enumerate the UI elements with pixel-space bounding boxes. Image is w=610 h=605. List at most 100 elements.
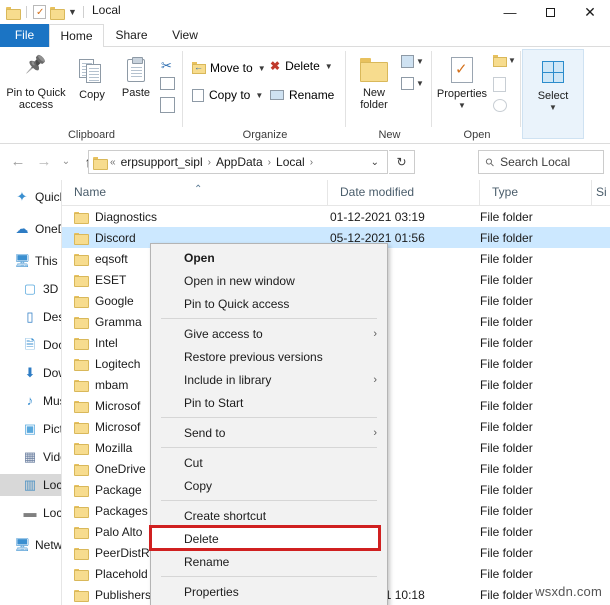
- delete-button[interactable]: ✖ Delete ▼: [270, 59, 333, 73]
- search-input[interactable]: ⚲ Search Local: [478, 150, 604, 174]
- tab-share[interactable]: Share: [104, 24, 159, 47]
- menu-separator: [161, 318, 377, 319]
- file-name-label: Gramma: [95, 314, 142, 329]
- menu-item-copy[interactable]: Copy: [151, 474, 387, 497]
- menu-item-restore-previous-versions[interactable]: Restore previous versions: [151, 345, 387, 368]
- menu-item-open-in-new-window[interactable]: Open in new window: [151, 269, 387, 292]
- nav-item-this-pc[interactable]: 🖥 This PC: [0, 250, 61, 272]
- menu-item-open[interactable]: Open: [151, 246, 387, 269]
- file-name-label: Mozilla: [95, 440, 133, 455]
- breadcrumb-item-appdata[interactable]: AppData: [214, 155, 265, 169]
- menu-item-properties[interactable]: Properties: [151, 580, 387, 603]
- new-folder-button[interactable]: New folder: [351, 57, 397, 111]
- new-item-button[interactable]: ▼: [401, 55, 424, 68]
- edit-button[interactable]: [493, 77, 506, 92]
- tab-view[interactable]: View: [159, 24, 211, 47]
- properties-button[interactable]: ✓ Properties ▼: [435, 57, 489, 112]
- breadcrumb-item-user[interactable]: erpsupport_sipl: [119, 155, 205, 169]
- breadcrumb-sep-2[interactable]: ›: [265, 157, 274, 168]
- menu-item-rename[interactable]: Rename: [151, 550, 387, 573]
- close-button[interactable]: ✕: [570, 0, 610, 24]
- customize-qat-caret-icon[interactable]: ▼: [68, 6, 77, 18]
- new-folder-icon[interactable]: [50, 6, 65, 20]
- history-button[interactable]: [493, 99, 507, 112]
- new-item-caret-icon[interactable]: ▼: [416, 57, 424, 66]
- select-button[interactable]: Select ▼: [528, 61, 578, 114]
- minimize-button[interactable]: —: [490, 0, 530, 24]
- paste-icon: [127, 57, 145, 82]
- nav-item-network[interactable]: 🖥 Network: [0, 534, 61, 556]
- copy-to-caret-icon[interactable]: ▼: [255, 91, 263, 100]
- open-with-button[interactable]: ▼: [493, 55, 516, 67]
- nav-item-quick-access[interactable]: ✦ Quick access: [0, 186, 61, 208]
- breadcrumb-sep-1[interactable]: ›: [205, 157, 214, 168]
- breadcrumb-folder-icon: [93, 156, 108, 170]
- breadcrumb[interactable]: « erpsupport_sipl › AppData › Local › ⌄: [88, 150, 388, 174]
- tab-file[interactable]: File: [0, 24, 49, 47]
- breadcrumb-sep-3[interactable]: ›: [307, 157, 316, 168]
- nav-item-music[interactable]: ♪ Music: [0, 390, 61, 412]
- menu-item-cut[interactable]: Cut: [151, 451, 387, 474]
- menu-item-delete[interactable]: Delete: [149, 525, 387, 551]
- context-menu[interactable]: Open Open in new window Pin to Quick acces…: [149, 243, 388, 605]
- file-name-label: Logitech: [95, 356, 141, 371]
- copy-path-button[interactable]: [160, 77, 175, 90]
- back-button[interactable]: ←: [8, 152, 28, 172]
- column-header-date[interactable]: Date modified: [328, 180, 480, 205]
- menu-item-create-shortcut[interactable]: Create shortcut: [151, 504, 387, 527]
- column-header-type[interactable]: Type: [480, 180, 592, 205]
- move-to-caret-icon[interactable]: ▼: [258, 64, 266, 73]
- nav-item-downloads[interactable]: ⬇ Downloads: [0, 362, 61, 384]
- forward-button[interactable]: →: [34, 152, 54, 172]
- breadcrumb-item-local[interactable]: Local: [274, 155, 307, 169]
- nav-item-documents[interactable]: 🗎 Documents: [0, 334, 61, 356]
- pin-to-quick-access-button[interactable]: Pin to Quick access: [4, 59, 68, 111]
- search-icon: ⚲: [483, 155, 498, 170]
- quick-access-toolbar[interactable]: ✓ ▼: [6, 3, 86, 21]
- menu-item-pin-to-start[interactable]: Pin to Start: [151, 391, 387, 414]
- hard-drive-icon: ▥: [23, 477, 37, 492]
- select-caret-icon[interactable]: ▼: [528, 102, 578, 114]
- menu-item-send-to[interactable]: Send to ›: [151, 421, 387, 444]
- maximize-button[interactable]: [530, 0, 570, 24]
- copy-to-button[interactable]: Copy to ▼: [192, 88, 263, 102]
- table-row[interactable]: Diagnostics 01-12-2021 03:19 File folder: [62, 206, 610, 227]
- easy-access-caret-icon[interactable]: ▼: [416, 79, 424, 88]
- group-label-organize: Organize: [242, 129, 288, 141]
- properties-icon[interactable]: ✓: [33, 5, 46, 19]
- nav-item-onedrive[interactable]: ☁ OneDrive: [0, 218, 62, 240]
- menu-item-include-in-library[interactable]: Include in library ›: [151, 368, 387, 391]
- navigation-pane[interactable]: ✦ Quick access ☁ OneDrive 🖥 This PC ▢ 3D Obj…: [0, 180, 62, 605]
- delete-caret-icon[interactable]: ▼: [325, 62, 333, 71]
- address-dropdown-icon[interactable]: ⌄: [371, 157, 383, 168]
- menu-item-label: Pin to Quick access: [184, 296, 290, 311]
- nav-item-pictures[interactable]: ▣ Pictures: [0, 418, 61, 440]
- ribbon: Pin to Quick access Copy Paste ✂ Clipboa…: [0, 47, 610, 144]
- rename-icon: [270, 90, 284, 100]
- nav-item-videos[interactable]: ▦ Videos: [0, 446, 61, 468]
- copy-button[interactable]: Copy: [70, 59, 114, 101]
- window-controls[interactable]: — ✕: [490, 0, 610, 24]
- recent-locations-button[interactable]: ⌄: [56, 152, 76, 172]
- rename-button[interactable]: Rename: [270, 88, 334, 102]
- cut-button[interactable]: ✂: [161, 57, 172, 75]
- paste-shortcut-icon: [160, 97, 175, 113]
- refresh-button[interactable]: ↻: [389, 150, 415, 174]
- move-to-button[interactable]: ← Move to ▼: [192, 59, 266, 77]
- column-header-size[interactable]: Si: [592, 180, 610, 205]
- menu-item-give-access-to[interactable]: Give access to ›: [151, 322, 387, 345]
- tab-home[interactable]: Home: [49, 24, 104, 47]
- nav-label-videos: Videos: [43, 450, 61, 464]
- nav-item-desktop[interactable]: ▯ Desktop: [0, 306, 61, 328]
- properties-caret-icon[interactable]: ▼: [435, 100, 489, 112]
- column-header-name[interactable]: Name ⌃: [62, 180, 328, 205]
- paste-shortcut-button[interactable]: [160, 97, 175, 113]
- nav-item-local-disk-d[interactable]: ▬ Local Disk (D:): [0, 502, 62, 524]
- ribbon-group-organize: ← Move to ▼ Copy to ▼ ✖ Delete ▼ Rename …: [184, 47, 346, 143]
- open-with-caret-icon[interactable]: ▼: [508, 56, 516, 65]
- easy-access-button[interactable]: ▼: [401, 77, 424, 90]
- nav-item-3d-objects[interactable]: ▢ 3D Objects: [0, 278, 61, 300]
- menu-item-pin-to-quick-access[interactable]: Pin to Quick access: [151, 292, 387, 315]
- nav-item-local-disk-c[interactable]: ▥ Local Disk (C:): [0, 474, 61, 496]
- paste-button[interactable]: Paste: [113, 57, 159, 99]
